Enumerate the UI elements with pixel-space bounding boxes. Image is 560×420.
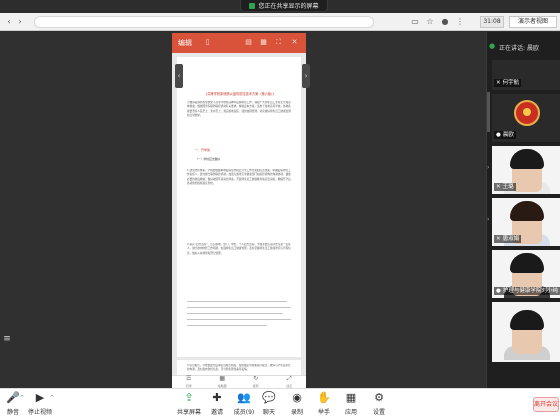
meeting-window: 您正在共享显示的屏幕 ‹ › ▭ ☆ ● ⋮ 31:08 演示者视图 ≡ 编辑 … xyxy=(0,0,560,420)
apps-icon: ▦ xyxy=(345,391,357,404)
participant-name: 护理与健康学院刘小纯 xyxy=(502,288,558,294)
mic-muted-icon: ✕ xyxy=(496,236,501,242)
apps-label: 应用 xyxy=(344,409,357,416)
grid-icon[interactable]: ▦ xyxy=(259,38,268,47)
back-icon[interactable]: ‹ xyxy=(4,17,14,27)
participant-name: 晨欧 xyxy=(502,132,514,138)
tile-chevron-icon[interactable]: › xyxy=(487,214,492,226)
participant-name: 何宇航 xyxy=(502,80,520,86)
document-header: 编辑 ▯ ▤ ▦ ⛶ ✕ xyxy=(172,33,306,53)
chat-icon: 💬 xyxy=(262,391,276,404)
speaking-indicator: ● 正在讲话: 晨欧 xyxy=(487,42,560,52)
members-button[interactable]: 👥 成员(9) xyxy=(230,391,258,419)
document-page[interactable]: 《高等学校新冠肺炎疫情防控技术方案（第六版）》 为做好疫情防控常态化下高等学校新… xyxy=(177,57,301,357)
screen-share-banner[interactable]: 您正在共享显示的屏幕 xyxy=(240,0,328,12)
share-screen-button[interactable]: ⇪ 共享屏幕 xyxy=(176,391,202,419)
participant-tile[interactable]: ✕ 王璐 xyxy=(492,146,560,194)
browser-toolbar: ‹ › ▭ ☆ ● ⋮ 31:08 演示者视图 xyxy=(0,13,560,31)
mic-icon: ● xyxy=(496,132,501,138)
share-label: 共享屏幕 xyxy=(176,409,201,416)
leave-meeting-button[interactable]: 离开会议 xyxy=(533,397,559,412)
members-icon: 👥 xyxy=(237,391,251,404)
speaking-name: 晨欧 xyxy=(526,45,539,52)
page-icon[interactable]: ▯ xyxy=(203,38,212,47)
share-status-icon xyxy=(249,2,256,9)
chevron-up-icon[interactable]: ^ xyxy=(50,395,54,401)
participant-name: 王璐 xyxy=(502,184,514,190)
more-icon[interactable]: ≡ xyxy=(2,332,12,346)
raise-hand-label: 举手 xyxy=(317,409,330,416)
prev-page-button[interactable]: ‹ xyxy=(175,64,183,88)
text-line xyxy=(187,325,267,326)
settings-label: 设置 xyxy=(372,409,385,416)
share-screen-icon: ⇪ xyxy=(184,391,194,404)
emblem-center xyxy=(523,108,531,116)
mic-muted-icon: ✕ xyxy=(496,184,501,190)
text-line xyxy=(187,301,287,302)
extension-icon[interactable]: ▭ xyxy=(410,17,420,27)
record-label: 录制 xyxy=(290,409,303,416)
chat-button[interactable]: 💬 聊天 xyxy=(256,391,282,419)
record-button[interactable]: ◉ 录制 xyxy=(284,391,310,419)
chevron-up-icon[interactable]: ^ xyxy=(20,395,24,401)
text-line xyxy=(187,313,283,314)
subsection-heading: （一）学校应当做好 xyxy=(195,157,221,161)
raise-hand-button[interactable]: ✋ 举手 xyxy=(311,391,337,419)
mute-label: 静音 xyxy=(6,409,19,416)
document-footer: ☰ 目录 ▦ 缩略图 ↻ 旋转 ⤢ 适应 xyxy=(172,375,306,389)
panel-scrollbar[interactable] xyxy=(487,92,490,132)
text-line xyxy=(187,307,291,308)
mic-active-icon: ● xyxy=(489,42,496,50)
participant-tile[interactable]: ✕ 何宇航 xyxy=(492,60,560,90)
share-banner-text: 您正在共享显示的屏幕 xyxy=(258,3,319,10)
close-icon[interactable]: ✕ xyxy=(290,38,299,47)
participant-tile[interactable]: ✕ 唐淑娟 xyxy=(492,198,560,246)
participant-panel: ● 正在讲话: 晨欧 ✕ 何宇航 ● 晨欧 ✕ 王璐 › ✕ 唐淑娟 › ● 护… xyxy=(486,32,560,388)
address-bar[interactable] xyxy=(34,16,374,28)
hand-icon: ✋ xyxy=(317,391,331,404)
record-icon: ◉ xyxy=(292,391,302,404)
participant-tile[interactable]: ● 晨欧 xyxy=(492,94,560,142)
settings-button[interactable]: ⚙ 设置 xyxy=(366,391,392,419)
meeting-toolbar: 🎤 静音 ^ ▶ 停止视频 ^ ⇪ 共享屏幕 ✚ 邀请 👥 成员(9) 💬 聊天… xyxy=(0,388,560,420)
presenter-view-button[interactable]: 演示者视图 xyxy=(509,16,557,28)
invite-label: 邀请 xyxy=(210,409,223,416)
chat-label: 聊天 xyxy=(262,409,275,416)
intro-paragraph: 为做好疫情防控常态化下高等学校新冠肺炎疫情防控工作，保障广大师生员工生命安全和身… xyxy=(187,101,291,118)
apps-button[interactable]: ▦ 应用 xyxy=(338,391,364,419)
time-display: 31:08 xyxy=(480,16,504,28)
participant-tile[interactable]: ● 护理与健康学院刘小纯 xyxy=(492,250,560,298)
forward-icon[interactable]: › xyxy=(15,17,25,27)
document-title: 编辑 xyxy=(178,39,192,47)
menu-icon[interactable]: ⋮ xyxy=(455,17,465,27)
profile-icon[interactable]: ● xyxy=(440,17,450,27)
bookmark-icon[interactable]: ☆ xyxy=(425,17,435,27)
next-page-button[interactable]: › xyxy=(302,64,310,88)
invite-button[interactable]: ✚ 邀请 xyxy=(204,391,230,419)
body-paragraph-2: 2.落实“四方责任”。压实属地、部门、单位、个人四方责任，学校主要负责同志为第一… xyxy=(187,243,291,255)
video-label: 停止视频 xyxy=(27,409,52,416)
document-heading: 《高等学校新冠肺炎疫情防控技术方案（第六版）》 xyxy=(204,92,276,96)
speaking-prefix: 正在讲话: xyxy=(499,45,526,52)
participant-name: 唐淑娟 xyxy=(502,236,520,242)
section-heading: 一、开学前 xyxy=(195,148,211,152)
mic-icon: ● xyxy=(496,288,501,294)
tile-chevron-icon[interactable]: › xyxy=(487,162,492,174)
fullscreen-icon[interactable]: ⛶ xyxy=(274,38,283,47)
document-viewer: 编辑 ▯ ▤ ▦ ⛶ ✕ 《高等学校新冠肺炎疫情防控技术方案（第六版）》 为做好… xyxy=(172,33,306,400)
mic-muted-icon: ✕ xyxy=(496,80,501,86)
text-line xyxy=(187,319,291,320)
gear-icon: ⚙ xyxy=(374,391,384,404)
members-label: 成员(9) xyxy=(233,409,255,416)
body-paragraph: 1.建立防控体系。学校要根据本地疫情形势制定开学工作方案和应急预案，明确疫情防控… xyxy=(187,169,291,186)
pdf-icon[interactable]: ▤ xyxy=(244,38,253,47)
participant-tile[interactable] xyxy=(492,302,560,362)
invite-icon: ✚ xyxy=(212,391,222,404)
